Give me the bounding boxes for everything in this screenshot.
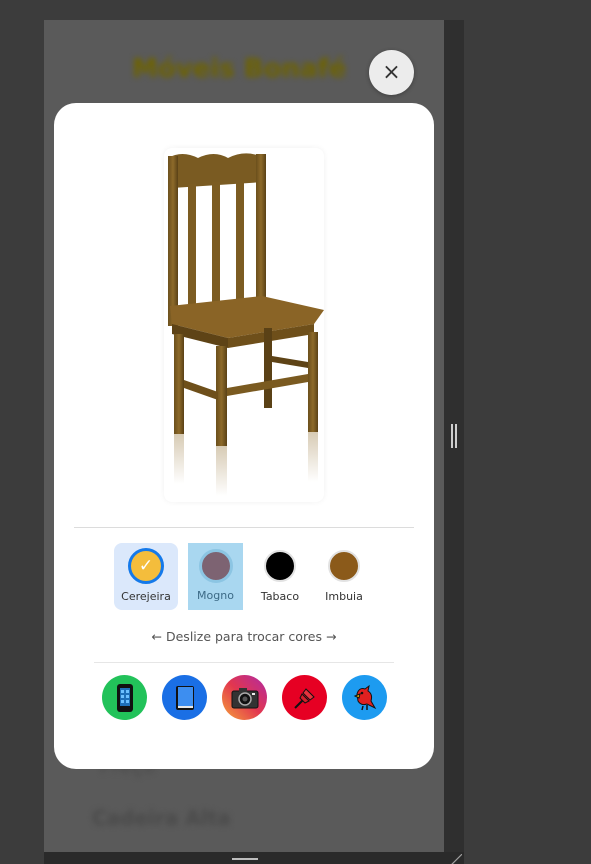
divider xyxy=(94,662,394,663)
swatch-cerejeira[interactable]: ✓ Cerejeira xyxy=(114,543,178,610)
swatch-imbuia[interactable]: Imbuia xyxy=(312,543,376,610)
divider xyxy=(74,527,414,528)
swipe-hint: ← Deslize para trocar cores → xyxy=(151,629,337,644)
background-product-name: Cadeira Alta xyxy=(92,806,231,830)
mobile-phone-icon xyxy=(116,683,133,712)
camera-icon xyxy=(231,687,258,708)
pushpin-icon xyxy=(293,687,315,709)
share-twitter-button[interactable] xyxy=(342,675,387,720)
chair-image xyxy=(168,153,324,496)
color-dot-mogno xyxy=(198,549,233,583)
color-dot-imbuia xyxy=(328,550,360,582)
red-bird-icon xyxy=(353,684,376,710)
product-image xyxy=(164,148,324,502)
checkmark-icon: ✓ xyxy=(138,556,154,576)
bottom-handle[interactable] xyxy=(232,858,258,860)
color-dot-tabaco xyxy=(264,550,296,582)
color-swatches: ✓ Cerejeira Mogno Tabaco Imbuia xyxy=(114,543,374,610)
swatch-label: Cerejeira xyxy=(121,590,171,603)
share-whatsapp-button[interactable] xyxy=(102,675,147,720)
color-dot-cerejeira: ✓ xyxy=(128,548,164,584)
resize-grip-icon[interactable] xyxy=(448,854,462,864)
swatch-label: Tabaco xyxy=(260,590,300,603)
share-pinterest-button[interactable] xyxy=(282,675,327,720)
share-instagram-button[interactable] xyxy=(222,675,267,720)
blue-book-icon xyxy=(175,685,194,710)
swatch-tabaco[interactable]: Tabaco xyxy=(248,543,312,610)
store-title: Móveis Bonafé xyxy=(132,54,347,84)
swatch-label: Mogno xyxy=(197,589,234,602)
resize-handle[interactable] xyxy=(451,424,457,448)
share-facebook-button[interactable] xyxy=(162,675,207,720)
close-icon: × xyxy=(382,60,401,85)
color-picker-modal: ✓ Cerejeira Mogno Tabaco Imbuia ← Desliz… xyxy=(54,103,434,769)
swatch-label: Imbuia xyxy=(325,590,363,603)
swatch-mogno[interactable]: Mogno xyxy=(188,543,243,610)
close-button[interactable]: × xyxy=(369,50,414,95)
